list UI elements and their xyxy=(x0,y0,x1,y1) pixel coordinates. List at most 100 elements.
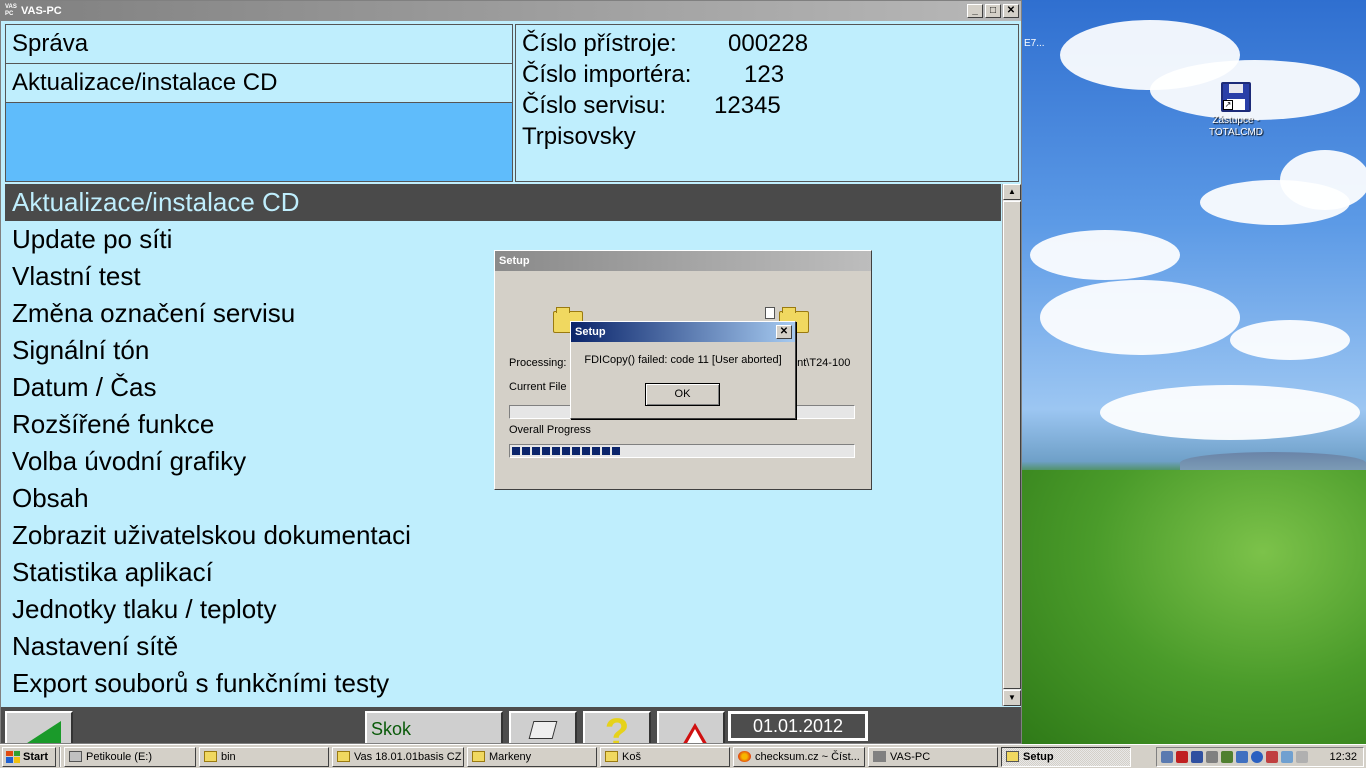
service-number: Číslo servisu: 12345 xyxy=(522,92,781,119)
service-name: Trpisovsky xyxy=(522,123,636,150)
header-blue-area xyxy=(6,103,512,181)
tray-update-icon[interactable] xyxy=(1221,751,1233,763)
task-label: Markeny xyxy=(489,750,532,763)
maximize-button[interactable]: □ xyxy=(985,4,1001,18)
task-button[interactable]: Petikoule (E:) xyxy=(64,746,196,767)
windows-flag-icon xyxy=(6,750,20,763)
skok-label: Skok xyxy=(371,719,412,739)
desktop-icon-label-1: Zástupce - xyxy=(1212,115,1260,126)
warning-icon xyxy=(681,723,709,743)
header-crumb-current: Aktualizace/instalace CD xyxy=(6,64,512,103)
system-tray: 12:32 xyxy=(1156,747,1364,767)
start-label: Start xyxy=(23,750,49,763)
current-file-label: Current File F xyxy=(509,381,577,393)
error-dialog-title: Setup xyxy=(575,326,606,338)
ok-button[interactable]: OK xyxy=(645,383,720,406)
shortcut-arrow-icon: ↗ xyxy=(1223,100,1233,110)
task-label: Setup xyxy=(1023,750,1054,763)
drive-icon xyxy=(69,751,82,762)
tray-mail-icon[interactable] xyxy=(1266,751,1278,763)
processing-path: ent\T24-100 xyxy=(791,357,851,369)
cloud xyxy=(1230,320,1350,360)
overall-progress-label: Overall Progress xyxy=(509,424,591,436)
minimize-button[interactable]: _ xyxy=(967,4,983,18)
error-message: FDICopy() failed: code 11 [User aborted] xyxy=(584,354,782,366)
desktop-icon-totalcmd[interactable]: ↗ Zástupce - TOTALCMD xyxy=(1200,82,1272,139)
cloud xyxy=(1040,280,1240,355)
header-left-panel: Správa Aktualizace/instalace CD xyxy=(5,24,513,182)
date-display: 01.01.2012 xyxy=(728,711,868,741)
vas-icon xyxy=(873,751,886,762)
bottom-toolbar: Skok ? 01.01.2012 xyxy=(1,707,1021,743)
processing-label: Processing: xyxy=(509,357,567,369)
clock: 12:32 xyxy=(1329,751,1357,763)
error-dialog-titlebar[interactable]: Setup ✕ xyxy=(571,322,795,342)
file-icon xyxy=(765,307,775,319)
tray-speaker-icon[interactable] xyxy=(1236,751,1248,763)
window-titlebar[interactable]: VAS PC VAS-PC _ □ ✕ xyxy=(1,1,1021,21)
floppy-icon: ↗ xyxy=(1221,82,1251,112)
skok-button[interactable]: Skok xyxy=(365,711,503,743)
task-button[interactable]: bin xyxy=(199,746,329,767)
close-button[interactable]: ✕ xyxy=(1003,4,1019,18)
taskbar: Start Petikoule (E:) bin Vas 18.01.01basis… xyxy=(0,744,1366,768)
task-label: checksum.cz ~ Číst... xyxy=(755,750,860,763)
warning-button[interactable] xyxy=(657,711,725,743)
desktop-cut-label: E7... xyxy=(1024,38,1045,49)
setup-dialog-title[interactable]: Setup xyxy=(495,251,871,271)
task-button[interactable]: Koš xyxy=(600,746,730,767)
printer-icon xyxy=(528,721,558,739)
firefox-icon xyxy=(738,751,751,762)
device-number: Číslo přístroje: 000228 xyxy=(522,30,809,57)
task-label: Vas 18.01.01basis CZ xyxy=(354,750,462,763)
folder-icon xyxy=(337,751,350,762)
cloud xyxy=(1100,385,1360,440)
menu-item-user-docs[interactable]: Zobrazit uživatelskou dokumentaci xyxy=(5,517,1001,554)
tray-device-icon[interactable] xyxy=(1206,751,1218,763)
folder-icon xyxy=(472,751,485,762)
menu-item-units[interactable]: Jednotky tlaku / teploty xyxy=(5,591,1001,628)
task-label: Koš xyxy=(622,750,641,763)
tray-display-icon[interactable] xyxy=(1281,751,1293,763)
error-close-button[interactable]: ✕ xyxy=(776,325,792,339)
back-button[interactable] xyxy=(5,711,73,743)
menu-item-export-tests[interactable]: Export souborů s funkčními testy xyxy=(5,665,1001,702)
menu-item-cd-update[interactable]: Aktualizace/instalace CD xyxy=(5,184,1001,221)
task-label: Petikoule (E:) xyxy=(86,750,153,763)
desktop-icon-label-2: TOTALCMD xyxy=(1208,127,1264,138)
overall-progress-bar xyxy=(509,444,855,458)
error-dialog: Setup ✕ FDICopy() failed: code 11 [User … xyxy=(570,321,796,419)
task-buttons: Petikoule (E:) bin Vas 18.01.01basis CZ Mar… xyxy=(64,746,1134,767)
window-title: VAS-PC xyxy=(21,5,62,17)
scroll-up-icon[interactable]: ▲ xyxy=(1003,184,1021,200)
folder-icon xyxy=(605,751,618,762)
task-button[interactable]: Markeny xyxy=(467,746,597,767)
scroll-down-icon[interactable]: ▼ xyxy=(1003,690,1021,706)
device-info-panel: Číslo přístroje: 000228 Číslo importéra: 1… xyxy=(515,24,1019,182)
task-label: bin xyxy=(221,750,236,763)
menu-item-network-settings[interactable]: Nastavení sítě xyxy=(5,628,1001,665)
tray-monitor-icon[interactable] xyxy=(1191,751,1203,763)
folder-icon xyxy=(204,751,217,762)
green-arrow-icon xyxy=(21,721,61,743)
task-button[interactable]: Vas 18.01.01basis CZ xyxy=(332,746,464,767)
print-button[interactable] xyxy=(509,711,577,743)
start-button[interactable]: Start xyxy=(2,746,56,767)
tray-security-icon[interactable] xyxy=(1296,751,1308,763)
tray-network-icon[interactable] xyxy=(1161,751,1173,763)
menu-item-app-stats[interactable]: Statistika aplikací xyxy=(5,554,1001,591)
vas-app-icon: VAS PC xyxy=(5,4,17,17)
help-button[interactable]: ? xyxy=(583,711,651,743)
task-button[interactable]: VAS-PC xyxy=(868,746,998,767)
importer-number: Číslo importéra: 123 xyxy=(522,61,785,88)
task-button[interactable]: checksum.cz ~ Číst... xyxy=(733,746,865,767)
task-button[interactable]: Setup xyxy=(1001,746,1131,767)
setup-icon xyxy=(1006,751,1019,762)
scroll-thumb[interactable] xyxy=(1003,201,1021,689)
cloud xyxy=(1030,230,1180,280)
hill xyxy=(1022,470,1366,744)
menu-scrollbar[interactable]: ▲ ▼ xyxy=(1002,184,1021,706)
tray-shield-icon[interactable] xyxy=(1176,751,1188,763)
cloud xyxy=(1200,180,1350,225)
tray-power-icon[interactable] xyxy=(1251,751,1263,763)
